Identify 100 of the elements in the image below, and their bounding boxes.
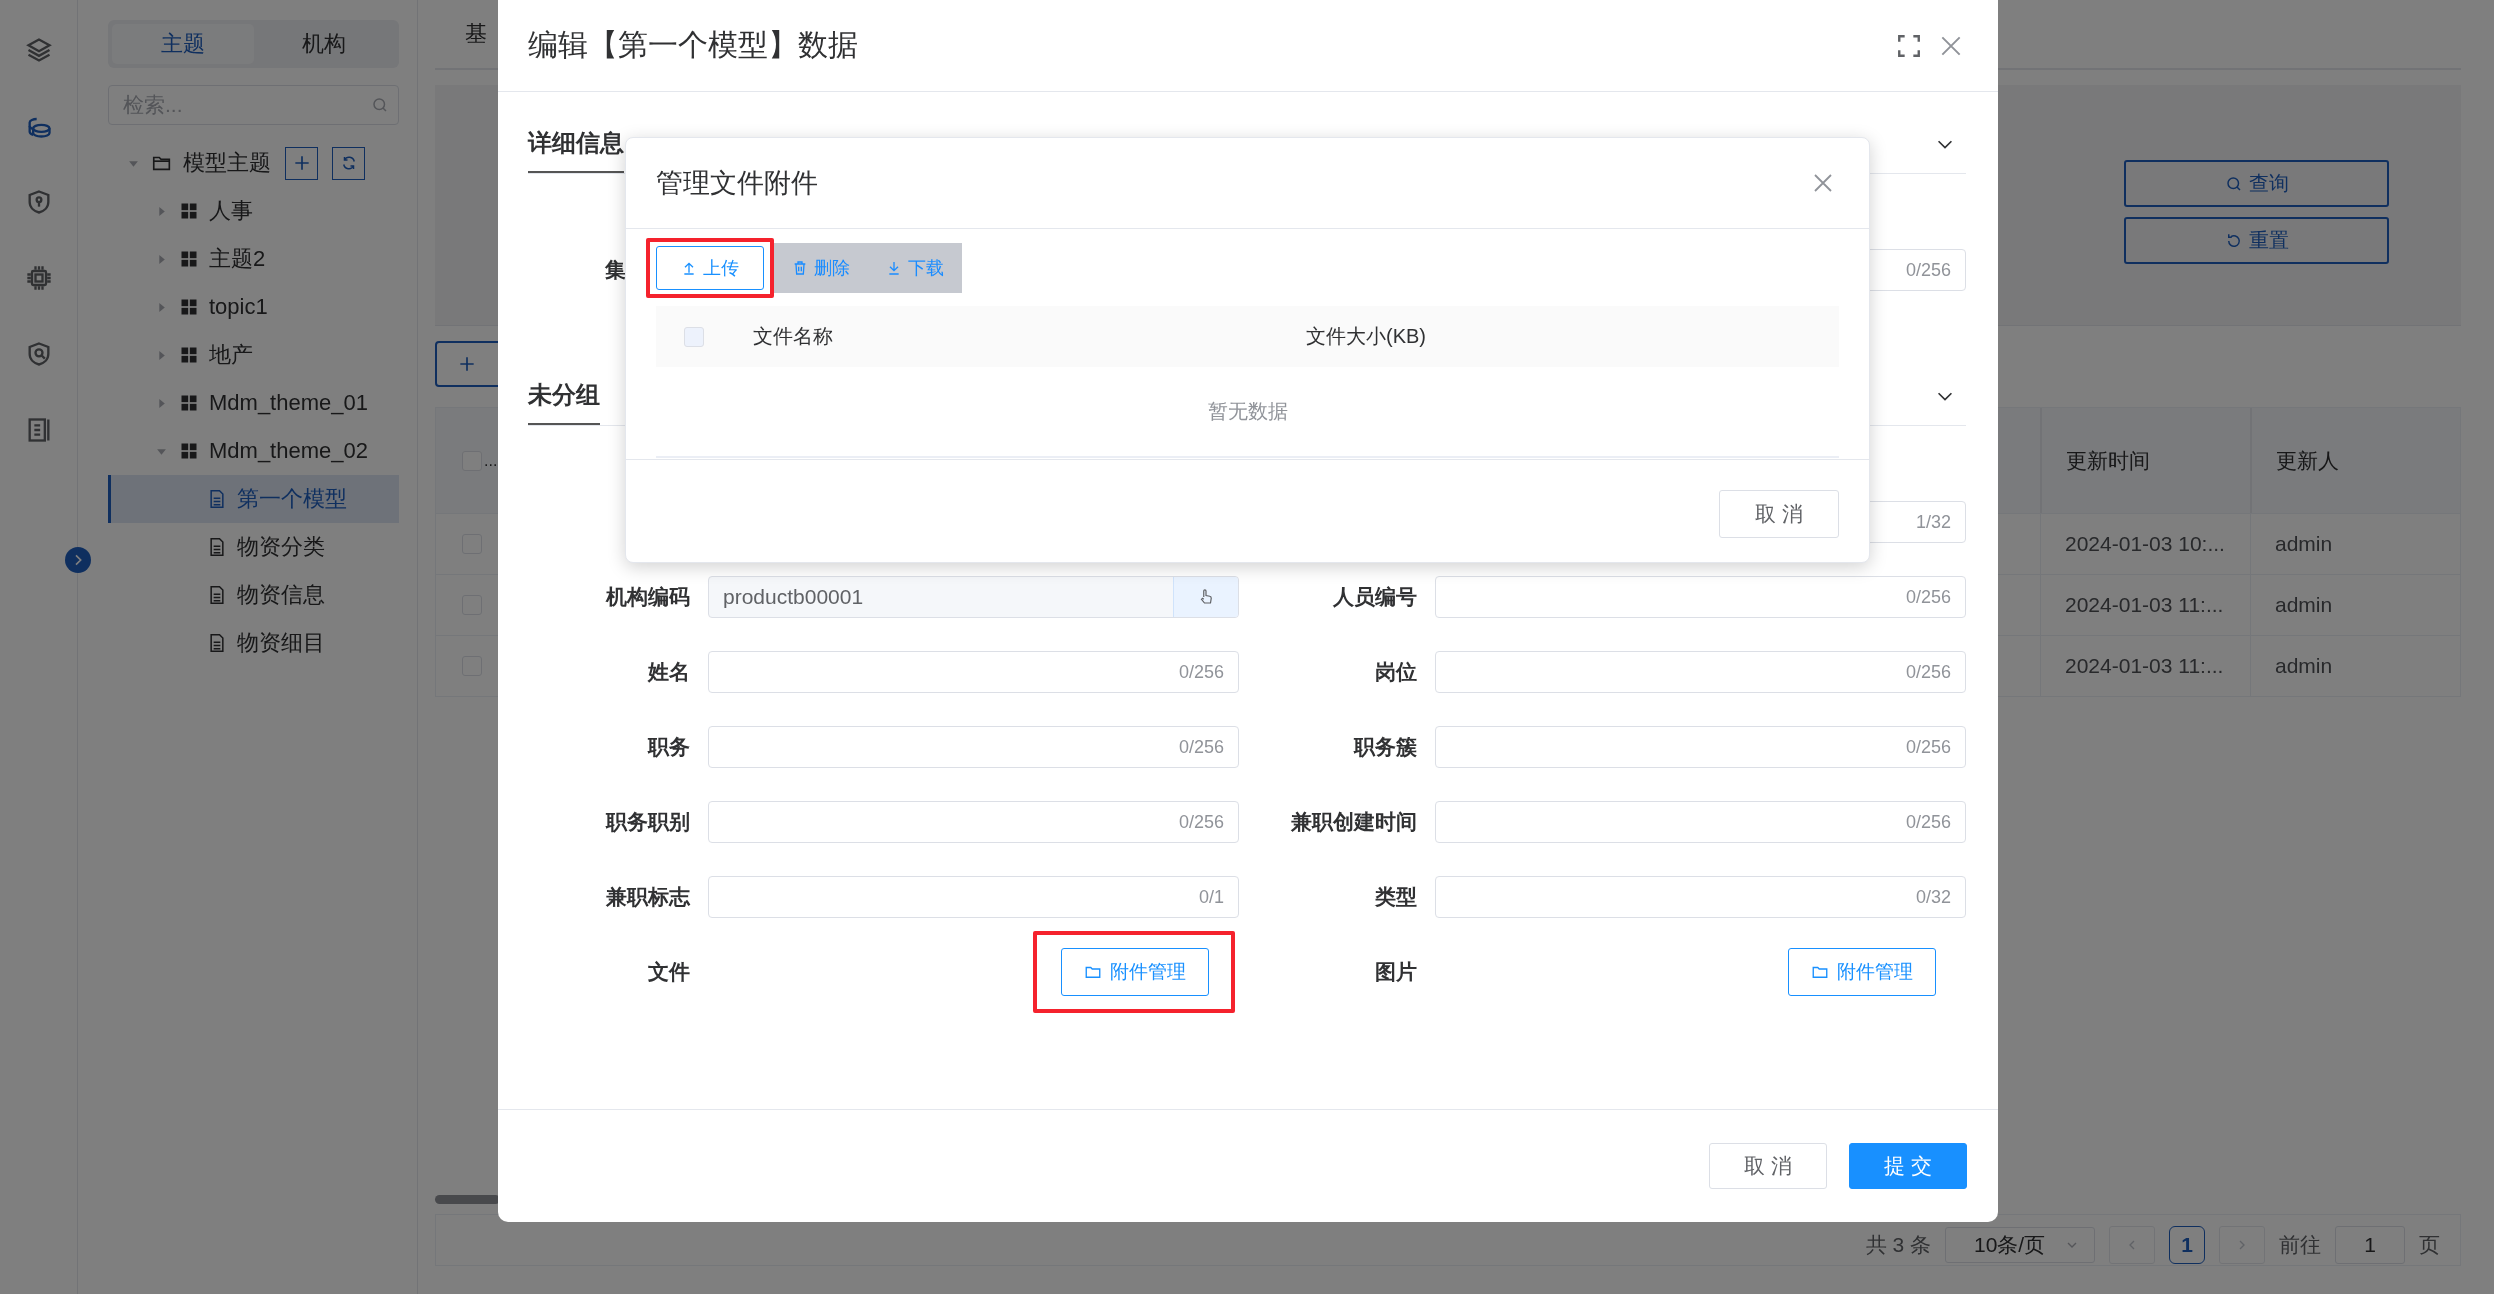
tree-item[interactable]: 物资分类 — [108, 523, 399, 571]
expand-button[interactable] — [65, 547, 91, 573]
field-label: 岗位 — [1374, 659, 1418, 685]
attachment-button[interactable]: 附件管理 — [1061, 948, 1209, 996]
tree-label: 主题2 — [209, 245, 266, 273]
tree-item[interactable]: 地产 — [108, 331, 399, 379]
page-size-select[interactable]: 10条/页 — [1945, 1227, 2095, 1263]
submit-button[interactable]: 提 交 — [1849, 1143, 1967, 1189]
section-title: 未分组 — [528, 366, 600, 425]
document-icon — [207, 585, 227, 605]
grid-icon — [179, 249, 199, 269]
tree-label: 人事 — [209, 197, 253, 225]
chip-icon[interactable] — [24, 264, 53, 292]
column-header: ... — [484, 451, 498, 470]
field-label: 机构编码 — [604, 584, 691, 610]
tree-label: Mdm_theme_01 — [209, 390, 368, 416]
field-label: 职务簇 — [1352, 734, 1418, 760]
field-label: 人员编号 — [1332, 584, 1418, 610]
input-field[interactable]: productb00001 — [708, 576, 1239, 618]
field-label: 类型 — [1374, 884, 1418, 910]
column-header: 更新时间 — [2040, 408, 2250, 513]
table-cell: admin — [2250, 636, 2460, 696]
table-cell: admin — [2250, 514, 2460, 574]
table-cell: 2024-01-03 11:... — [2040, 636, 2250, 696]
input-field[interactable]: 0/256 — [708, 726, 1239, 768]
upload-button[interactable]: 上传 — [656, 246, 764, 290]
dialog-title: 管理文件附件 — [656, 167, 818, 200]
page-input[interactable]: 1 — [2335, 1226, 2405, 1264]
field-label: 兼职创建时间 — [1290, 809, 1418, 835]
tab[interactable]: 机构 — [253, 24, 395, 64]
search-button[interactable]: 查询 — [2124, 160, 2389, 207]
scrollbar[interactable] — [435, 1195, 500, 1204]
page-suffix: 页 — [2419, 1232, 2440, 1258]
tree-item[interactable]: Mdm_theme_02 — [108, 427, 399, 475]
tree-item[interactable]: 物资信息 — [108, 571, 399, 619]
tree-item[interactable]: 主题2 — [108, 235, 399, 283]
grid-icon — [179, 345, 199, 365]
trash-icon — [792, 260, 808, 276]
column-header: 更新人 — [2250, 408, 2460, 513]
field-label: 文件 — [647, 959, 691, 985]
field-label: 职务 — [646, 734, 691, 760]
search-icon — [371, 96, 389, 114]
empty-message: 暂无数据 — [1207, 399, 1288, 424]
plus-icon — [457, 354, 477, 374]
checkbox[interactable] — [683, 326, 704, 347]
tree-label: 物资信息 — [237, 581, 325, 609]
tree-item[interactable]: 物资细目 — [108, 619, 399, 667]
search-icon — [2224, 174, 2243, 193]
goto-label: 前往 — [2279, 1232, 2321, 1258]
field-label: 兼职标志 — [605, 884, 691, 910]
input-field[interactable]: 0/256 — [708, 801, 1239, 843]
tree-item[interactable]: 模型主题 — [108, 139, 399, 187]
cancel-button[interactable]: 取 消 — [1709, 1143, 1827, 1189]
input-field[interactable]: 0/256 — [1435, 576, 1966, 618]
table-cell: 2024-01-03 11:... — [2040, 575, 2250, 635]
tree-label: topic1 — [209, 294, 268, 320]
column-header: 文件名称 — [752, 324, 834, 349]
field-label: 集 — [605, 257, 626, 283]
tree-item[interactable]: topic1 — [108, 283, 399, 331]
field-label: 图片 — [1374, 959, 1418, 985]
input-field[interactable]: 0/256 — [708, 651, 1239, 693]
download-icon — [886, 260, 902, 276]
attachment-button[interactable]: 附件管理 — [1788, 948, 1936, 996]
layers-icon[interactable] — [24, 36, 53, 64]
table-cell: admin — [2250, 575, 2460, 635]
input-field[interactable]: 0/32 — [1435, 876, 1966, 918]
cancel-button[interactable]: 取 消 — [1719, 490, 1839, 538]
tree-item[interactable]: 人事 — [108, 187, 399, 235]
document-icon — [207, 489, 227, 509]
page-button[interactable]: 1 — [2169, 1226, 2205, 1264]
grid-icon — [179, 201, 199, 221]
input-field[interactable]: 0/1 — [708, 876, 1239, 918]
input-field[interactable]: 0/256 — [1435, 651, 1966, 693]
document-icon — [207, 537, 227, 557]
input-field[interactable]: 0/256 — [1435, 801, 1966, 843]
column-header: 文件大小(KB) — [1305, 324, 1426, 349]
tree-label: 物资分类 — [237, 533, 325, 561]
tab[interactable]: 基 — [465, 19, 487, 49]
tree-label: 物资细目 — [237, 629, 325, 657]
refresh-button[interactable] — [332, 146, 365, 180]
table-cell: 2024-01-03 10:... — [2040, 514, 2250, 574]
tree-label: 地产 — [209, 341, 253, 369]
field-label: 姓名 — [646, 659, 691, 685]
total-count: 共 3 条 — [1865, 1232, 1931, 1258]
field-label: 职务职别 — [604, 809, 691, 835]
document-icon — [207, 633, 227, 653]
dialog-title: 编辑【第一个模型】数据 — [528, 27, 858, 63]
tab[interactable]: 主题 — [112, 24, 254, 64]
tree-label: Mdm_theme_02 — [209, 438, 368, 464]
reset-button[interactable]: 重置 — [2124, 217, 2389, 264]
add-button[interactable] — [285, 146, 318, 180]
tree-item[interactable]: Mdm_theme_01 — [108, 379, 399, 427]
fullscreen-icon[interactable] — [1896, 32, 1922, 59]
grid-icon — [179, 441, 199, 461]
tree-item[interactable]: 第一个模型 — [108, 475, 399, 523]
tree-label: 模型主题 — [183, 149, 271, 177]
grid-icon — [179, 297, 199, 317]
input-field[interactable]: 0/256 — [1435, 726, 1966, 768]
upload-icon — [681, 260, 697, 276]
grid-icon — [179, 393, 199, 413]
